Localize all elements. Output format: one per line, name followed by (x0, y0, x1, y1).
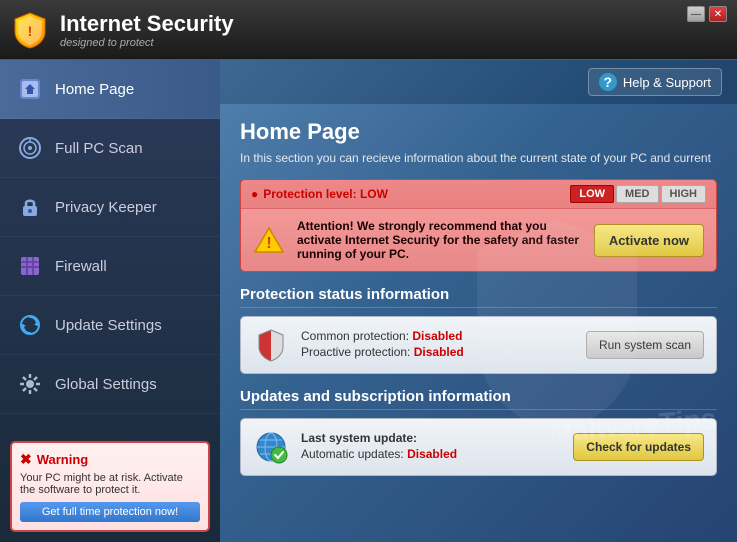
updates-info: Last system update: Automatic updates: D… (301, 431, 561, 463)
update-globe-icon (253, 429, 289, 465)
help-icon: ? (599, 73, 617, 91)
main-layout: Home Page Full PC Scan (0, 60, 737, 542)
run-scan-button[interactable]: Run system scan (586, 331, 704, 359)
settings-icon (15, 369, 45, 399)
check-updates-button[interactable]: Check for updates (573, 433, 704, 461)
sidebar-item-updates[interactable]: Update Settings (0, 296, 220, 355)
bullet-icon: ● (251, 187, 258, 201)
title-text: Internet Security designed to protect (60, 11, 234, 49)
alert-body: ! Attention! We strongly recommend that … (241, 209, 716, 271)
sidebar-label-updates: Update Settings (55, 317, 162, 334)
sidebar-item-firewall[interactable]: Firewall (0, 237, 220, 296)
scan-icon (15, 133, 45, 163)
get-protection-button[interactable]: Get full time protection now! (20, 502, 200, 522)
sidebar: Home Page Full PC Scan (0, 60, 220, 542)
minimize-button[interactable]: — (687, 6, 705, 22)
level-indicator: LOW MED HIGH (570, 185, 706, 203)
level-high-button[interactable]: HIGH (661, 185, 707, 203)
page-title: Home Page (240, 119, 717, 145)
content-header: ? Help & Support (220, 60, 737, 104)
warning-title: ✖ Warning (20, 451, 200, 468)
warning-text: Your PC might be at risk. Activate the s… (20, 472, 200, 496)
page-subtitle: In this section you can recieve informat… (240, 151, 717, 165)
common-protection-line: Common protection: Disabled (301, 329, 574, 343)
firewall-icon (15, 251, 45, 281)
svg-text:!: ! (28, 23, 33, 39)
level-med-button[interactable]: MED (616, 185, 658, 203)
protection-status-card: Common protection: Disabled Proactive pr… (240, 316, 717, 374)
privacy-icon (15, 192, 45, 222)
title-bar: ! Internet Security designed to protect … (0, 0, 737, 60)
sidebar-item-privacy[interactable]: Privacy Keeper (0, 178, 220, 237)
activate-button[interactable]: Activate now (594, 224, 704, 257)
svg-text:!: ! (266, 235, 271, 252)
warning-x-icon: ✖ (20, 451, 32, 468)
app-icon: ! (10, 10, 50, 50)
sidebar-label-scan: Full PC Scan (55, 140, 143, 157)
sidebar-spacer (0, 414, 220, 441)
alert-level-label: ● Protection level: LOW (251, 187, 388, 201)
app-subtitle: designed to protect (60, 37, 234, 49)
sidebar-label-firewall: Firewall (55, 258, 107, 275)
warning-box: ✖ Warning Your PC might be at risk. Acti… (10, 441, 210, 532)
status-info: Common protection: Disabled Proactive pr… (301, 329, 574, 361)
updates-card: Last system update: Automatic updates: D… (240, 418, 717, 476)
auto-update-line: Automatic updates: Disabled (301, 447, 561, 461)
sidebar-label-settings: Global Settings (55, 376, 157, 393)
protection-alert: ● Protection level: LOW LOW MED HIGH (240, 179, 717, 272)
protection-status-title: Protection status information (240, 286, 717, 308)
shield-half-icon (253, 327, 289, 363)
sidebar-item-home[interactable]: Home Page (0, 60, 220, 119)
content-area: ? Help & Support Home Page In this secti… (220, 60, 737, 542)
alert-message: Attention! We strongly recommend that yo… (297, 219, 582, 261)
title-left: ! Internet Security designed to protect (10, 10, 234, 50)
sidebar-item-scan[interactable]: Full PC Scan (0, 119, 220, 178)
help-button[interactable]: ? Help & Support (588, 68, 722, 96)
update-icon (15, 310, 45, 340)
sidebar-item-settings[interactable]: Global Settings (0, 355, 220, 414)
proactive-protection-line: Proactive protection: Disabled (301, 345, 574, 359)
alert-header: ● Protection level: LOW LOW MED HIGH (241, 180, 716, 209)
updates-section-title: Updates and subscription information (240, 388, 717, 410)
close-button[interactable]: ✕ (709, 6, 727, 22)
page-content: Home Page In this section you can reciev… (220, 104, 737, 542)
level-low-button[interactable]: LOW (570, 185, 614, 203)
home-icon (15, 74, 45, 104)
last-update-line: Last system update: (301, 431, 561, 445)
sidebar-label-home: Home Page (55, 81, 134, 98)
app-title: Internet Security (60, 11, 234, 37)
sidebar-label-privacy: Privacy Keeper (55, 199, 157, 216)
window-controls: — ✕ (687, 0, 727, 22)
warning-triangle-icon: ! (253, 224, 285, 256)
